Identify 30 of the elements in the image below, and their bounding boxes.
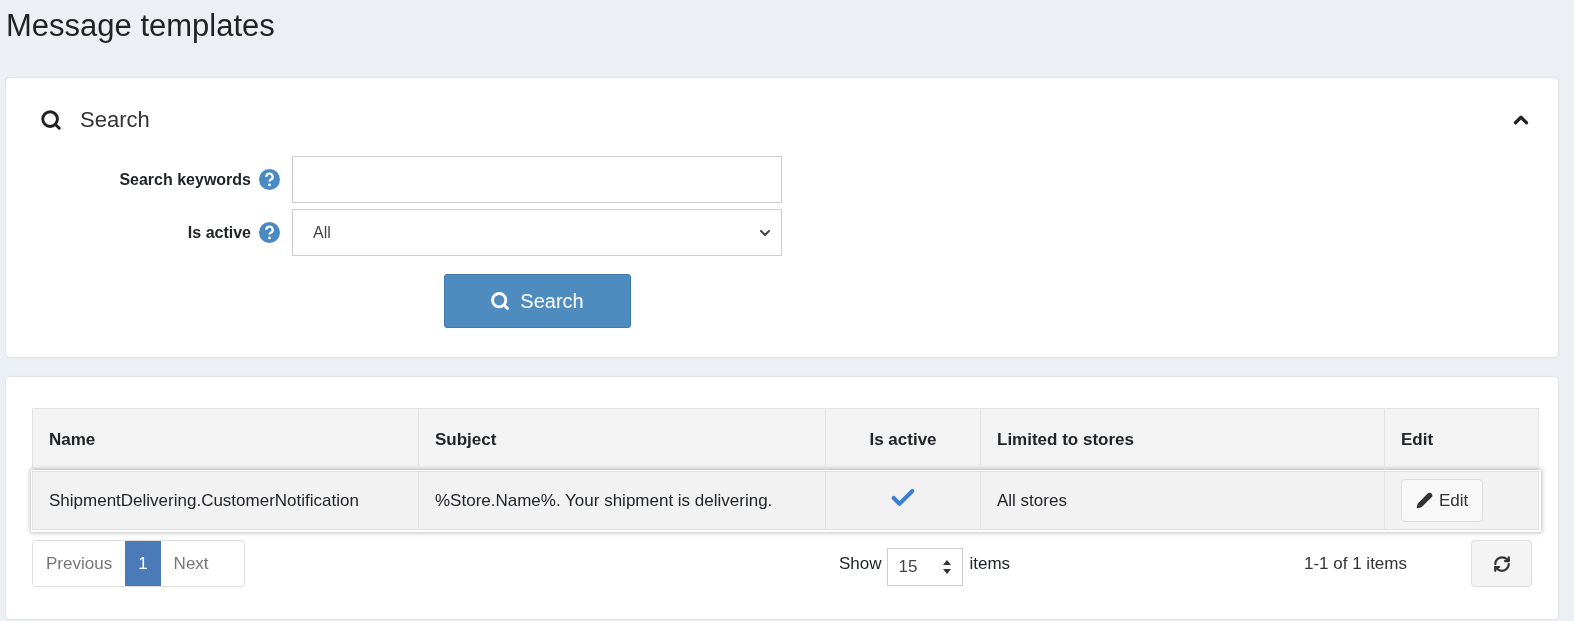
column-header: Edit [1384,408,1539,472]
table-row[interactable]: ShipmentDelivering.CustomerNotification %Store.Name%. Your shipment is delivering. All stores Edit [32,471,1539,530]
page-button[interactable]: 1 [125,541,161,586]
pencil-icon [1416,492,1433,509]
items-label: items [969,553,1011,574]
field-label: Search keywords [119,170,251,189]
select-field[interactable]: All [292,209,782,256]
refresh-button[interactable] [1471,540,1532,587]
up-down-arrows-icon [942,558,953,575]
refresh-icon [1492,554,1511,573]
search-button[interactable]: Search [443,274,631,328]
search-icon [40,109,62,131]
page-title: Message templates [6,7,276,45]
column-header: Name [32,408,419,472]
input-field[interactable] [292,156,782,203]
page-size-field[interactable]: 15 [887,547,964,586]
field-label: Is active [187,223,251,242]
panel-title: Search [80,107,151,133]
table-cell: ShipmentDelivering.CustomerNotification [49,490,359,510]
table-cell: All stores [997,490,1067,510]
column-header: Subject [418,408,826,472]
search-icon [490,291,511,311]
column-header: Is active [825,408,981,472]
show-label: Show [838,553,882,574]
edit-button[interactable]: Edit [1401,479,1484,522]
help-icon [259,222,280,243]
column-header: Limited to stores [980,408,1385,472]
table-cell: %Store.Name%. Your shipment is delivering. [435,490,773,510]
items-summary: 1-1 of 1 items [1304,553,1407,574]
help-icon [259,169,280,190]
